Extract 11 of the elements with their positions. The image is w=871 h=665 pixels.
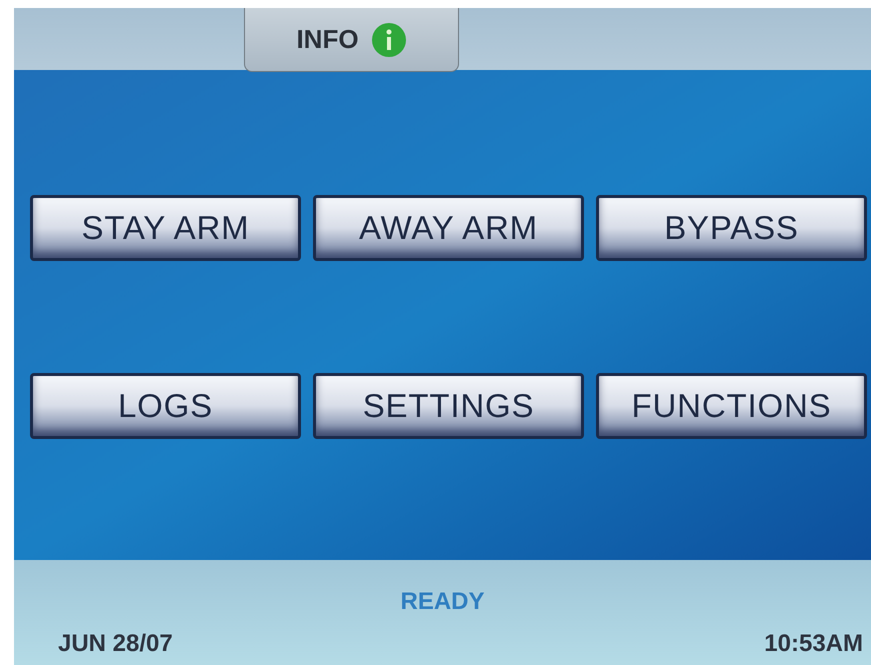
menu-button[interactable]: AWAY ARM xyxy=(313,195,584,261)
info-tab[interactable]: INFO xyxy=(244,8,459,72)
menu-button[interactable]: SETTINGS xyxy=(313,373,584,439)
menu-button[interactable]: STAY ARM xyxy=(30,195,301,261)
time-text: 10:53AM xyxy=(764,629,863,659)
date-text: JUN 28/07 xyxy=(58,629,173,659)
menu-button[interactable]: FUNCTIONS xyxy=(596,373,867,439)
menu-button[interactable]: LOGS xyxy=(30,373,301,439)
info-icon xyxy=(370,22,407,58)
status-text: READY xyxy=(400,587,484,617)
menu-button[interactable]: BYPASS xyxy=(596,195,867,261)
